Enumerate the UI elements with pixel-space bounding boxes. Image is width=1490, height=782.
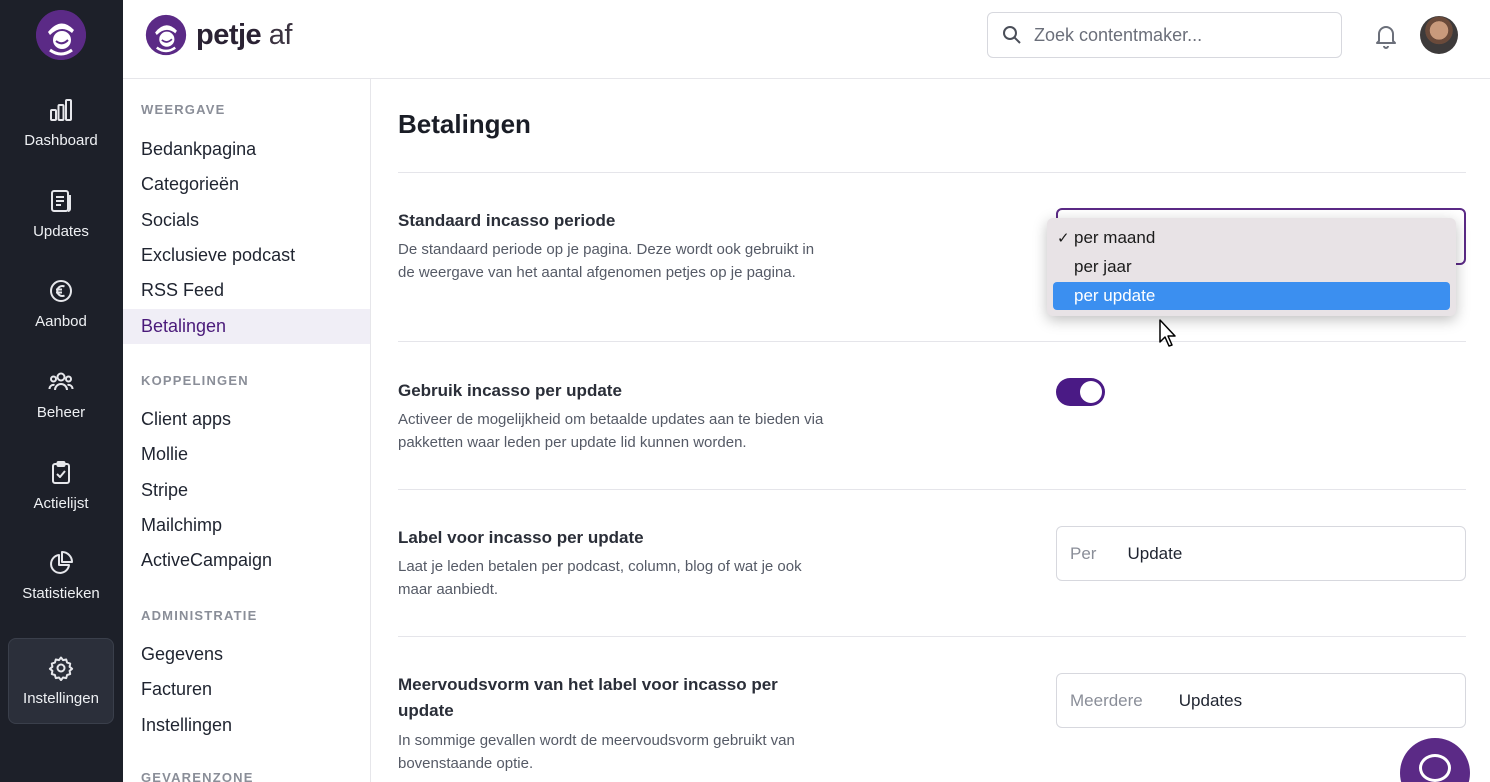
option-per-jaar[interactable]: per jaar <box>1053 253 1450 281</box>
nav-item-rss-feed[interactable]: RSS Feed <box>123 273 370 308</box>
divider <box>398 489 1466 490</box>
rail-label: Instellingen <box>23 690 99 707</box>
nav-item-mollie[interactable]: Mollie <box>123 437 370 472</box>
label-title: Label voor incasso per update <box>398 528 644 547</box>
chat-bubble-icon <box>1419 754 1451 782</box>
nav-item-exclusieve-podcast[interactable]: Exclusieve podcast <box>123 238 370 273</box>
period-description: De standaard periode op je pagina. Deze … <box>398 241 815 281</box>
option-per-maand[interactable]: ✓ per maand <box>1053 224 1450 252</box>
rail-item-beheer[interactable]: Beheer <box>8 352 114 438</box>
petje-af-logo-icon <box>145 14 187 56</box>
rail-item-dashboard[interactable]: Dashboard <box>8 80 114 166</box>
option-label: per update <box>1074 286 1156 305</box>
plural-description: In sommige gevallen wordt de meervoudsvo… <box>398 732 795 772</box>
brand[interactable]: petje af <box>145 14 292 56</box>
nav-item-mailchimp[interactable]: Mailchimp <box>123 508 370 543</box>
rail-item-actielijst[interactable]: Actielijst <box>8 443 114 529</box>
section-heading-koppelingen: KOPPELINGEN <box>141 373 249 388</box>
checkmark-icon: ✓ <box>1057 230 1070 247</box>
rail-label: Statistieken <box>22 585 100 602</box>
pie-chart-icon <box>50 551 73 574</box>
page-title: Betalingen <box>398 109 531 139</box>
rail-label: Dashboard <box>24 132 98 149</box>
rail-item-instellingen[interactable]: Instellingen <box>8 638 114 724</box>
per-update-toggle[interactable] <box>1056 378 1105 406</box>
rail-item-aanbod[interactable]: Aanbod <box>8 261 114 347</box>
search-field[interactable] <box>987 12 1342 58</box>
bar-chart-icon <box>50 99 72 121</box>
brand-name-light: af <box>261 18 293 51</box>
section-heading-administratie: ADMINISTRATIE <box>141 608 258 623</box>
toggle-knob <box>1080 381 1102 403</box>
nav-item-categorieen[interactable]: Categorieën <box>123 167 370 202</box>
top-bar: petje af <box>123 0 1490 79</box>
brand-name-bold: petje <box>196 18 262 51</box>
users-icon <box>48 372 74 391</box>
settings-content: Betalingen Standaard incasso periode De … <box>398 79 1466 782</box>
label-field[interactable]: Per <box>1056 526 1466 581</box>
rail-label: Updates <box>33 223 89 240</box>
nav-item-facturen[interactable]: Facturen <box>123 672 370 707</box>
section-heading-weergave: WEERGAVE <box>141 102 226 117</box>
label-input[interactable] <box>1127 543 1428 564</box>
search-icon <box>1003 26 1021 44</box>
rail-item-statistieken[interactable]: Statistieken <box>8 533 114 619</box>
nav-item-bedankpagina[interactable]: Bedankpagina <box>123 132 370 167</box>
plural-input[interactable] <box>1178 690 1429 711</box>
section-heading-gevarenzone: GEVARENZONE <box>141 770 254 782</box>
rail-label: Actielijst <box>33 495 89 512</box>
newspaper-icon <box>51 190 71 212</box>
divider <box>398 172 1466 173</box>
period-title: Standaard incasso periode <box>398 211 616 230</box>
search-input[interactable] <box>1034 24 1324 46</box>
nav-item-gegevens[interactable]: Gegevens <box>123 637 370 672</box>
settings-nav: WEERGAVE Bedankpagina Categorieën Social… <box>123 79 371 782</box>
nav-item-betalingen[interactable]: Betalingen <box>123 309 370 344</box>
nav-item-activecampaign[interactable]: ActiveCampaign <box>123 543 370 578</box>
label-prefix: Per <box>1070 543 1097 563</box>
rail-label: Beheer <box>36 404 86 421</box>
divider <box>398 636 1466 637</box>
rail-label: Aanbod <box>35 313 87 330</box>
euro-icon <box>50 280 72 302</box>
plural-title: Meervoudsvorm van het label voor incasso… <box>398 675 778 720</box>
petje-af-logo-icon[interactable] <box>36 10 86 60</box>
avatar[interactable] <box>1420 16 1458 54</box>
nav-item-instellingen[interactable]: Instellingen <box>123 708 370 743</box>
app-rail: Dashboard Updates Aanbod Beheer Actielij… <box>0 0 123 782</box>
bell-icon[interactable] <box>1374 23 1398 49</box>
mouse-pointer-icon <box>1159 319 1176 347</box>
option-label: per jaar <box>1074 257 1132 276</box>
nav-item-stripe[interactable]: Stripe <box>123 473 370 508</box>
plural-prefix: Meerdere <box>1070 690 1143 710</box>
option-label: per maand <box>1074 228 1156 247</box>
nav-item-client-apps[interactable]: Client apps <box>123 402 370 437</box>
rail-item-updates[interactable]: Updates <box>8 171 114 257</box>
period-dropdown: ✓ per maand per jaar per update <box>1047 218 1456 316</box>
per-update-description: Activeer de mogelijkheid om betaalde upd… <box>398 411 824 451</box>
label-description: Laat je leden betalen per podcast, colum… <box>398 558 802 598</box>
brand-name: petje af <box>196 19 292 52</box>
gear-icon <box>48 656 74 681</box>
clipboard-check-icon <box>52 461 70 484</box>
per-update-title: Gebruik incasso per update <box>398 381 622 400</box>
option-per-update[interactable]: per update <box>1053 282 1450 310</box>
nav-item-socials[interactable]: Socials <box>123 203 370 238</box>
divider <box>398 341 1466 342</box>
plural-field[interactable]: Meerdere <box>1056 673 1466 728</box>
